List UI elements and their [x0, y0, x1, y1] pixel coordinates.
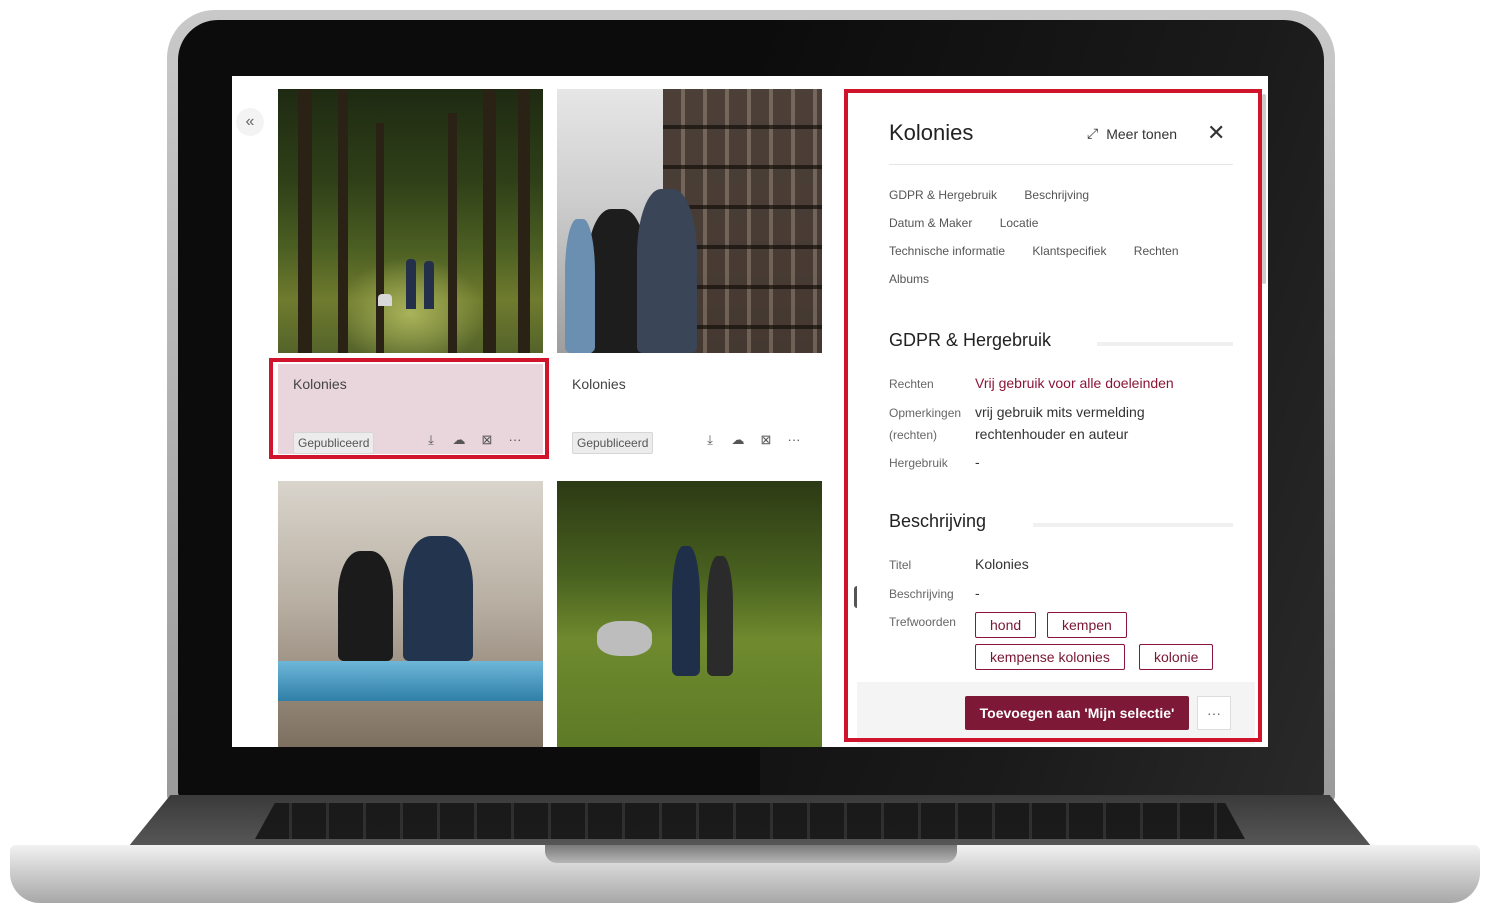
dog-figure [597, 621, 652, 656]
status-badge: Gepubliceerd [572, 432, 654, 454]
asset-photo-park[interactable] [557, 481, 822, 747]
tree-trunk [376, 123, 384, 353]
walker-figure [424, 261, 434, 309]
panel-scrollbar[interactable] [1262, 94, 1266, 284]
collapse-sidebar-button[interactable]: « [236, 108, 264, 136]
asset-card-3[interactable] [278, 481, 543, 747]
glass-table [278, 661, 543, 701]
dog-figure [378, 294, 392, 306]
asset-caption: Kolonies Gepubliceerd ⤓ ☁ ⊠ ··· [557, 364, 822, 464]
more-options-icon[interactable]: ··· [786, 432, 802, 448]
app-screen: « Kolonies Gepubliceerd ⤓ ☁ ⊠ ··· Koloni… [232, 76, 1268, 747]
asset-photo-interactive-table[interactable] [278, 481, 543, 747]
asset-actions: ⤓ ☁ ⊠ ··· [702, 432, 802, 448]
cloud-upload-icon[interactable]: ☁ [730, 432, 746, 448]
asset-photo-museum[interactable] [557, 89, 822, 353]
visitor-figure [338, 551, 393, 661]
tree-trunk [338, 89, 348, 353]
walker-figure [672, 546, 700, 676]
tree-trunk [298, 89, 312, 353]
tree-trunk [448, 113, 457, 353]
download-icon[interactable]: ⤓ [702, 432, 718, 448]
tree-trunk [518, 89, 530, 353]
walker-figure [406, 259, 416, 309]
visitor-figure [565, 219, 595, 353]
double-chevron-left-icon: « [245, 113, 255, 130]
tree-trunk [483, 89, 496, 353]
laptop-keyboard [255, 803, 1245, 839]
asset-card-4[interactable] [557, 481, 822, 747]
visitor-figure [403, 536, 473, 661]
asset-photo-forest[interactable] [278, 89, 543, 353]
asset-title: Kolonies [572, 376, 626, 392]
laptop-hinge-notch [545, 845, 957, 863]
share-icon[interactable]: ⊠ [758, 432, 774, 448]
detail-panel-highlight [844, 89, 1262, 742]
visitor-figure [637, 189, 697, 353]
selected-card-highlight [269, 358, 549, 459]
walker-figure [707, 556, 733, 676]
asset-card-2[interactable]: Kolonies Gepubliceerd ⤓ ☁ ⊠ ··· [557, 89, 822, 464]
